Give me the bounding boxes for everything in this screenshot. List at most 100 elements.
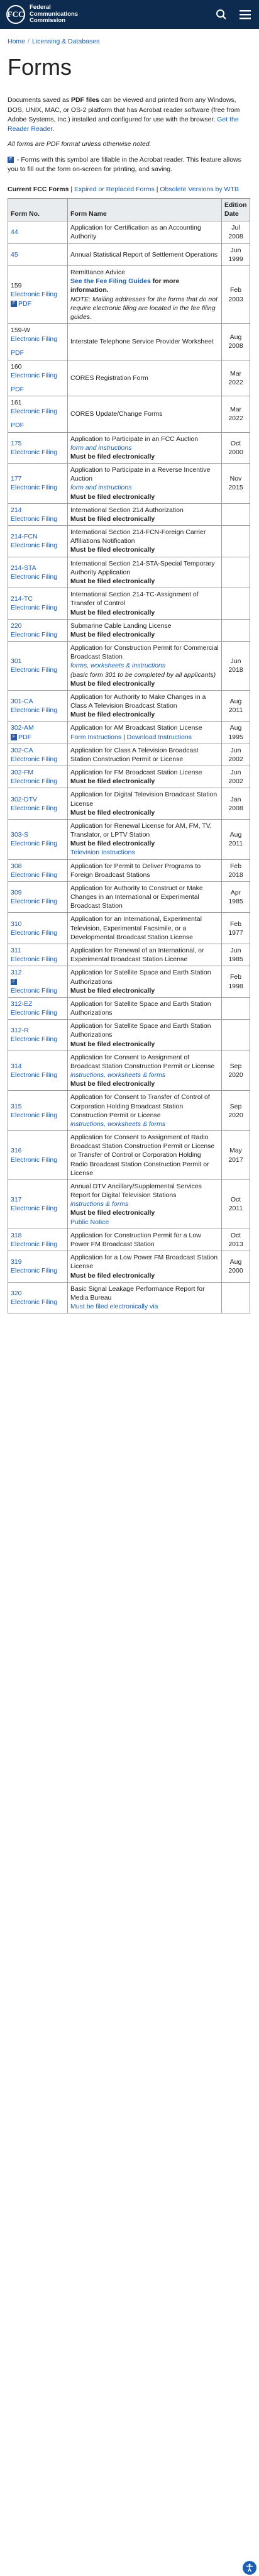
form-number-link[interactable]: 310 [11,920,65,928]
electronic-filing-link[interactable]: Electronic Filing [11,1266,65,1275]
instructions-link[interactable]: instructions, worksheets & forms [70,1071,219,1079]
form-number-link[interactable]: 214-TC [11,594,65,603]
form-number-link[interactable]: 302-AM [11,723,65,732]
intro-paragraph: Documents saved as PDF files can be view… [8,96,240,133]
electronic-filing-link[interactable]: Electronic Filing [11,1111,65,1120]
form-number-link[interactable]: 301-CA [11,697,65,706]
electronic-filing-link[interactable]: Electronic Filing [11,777,65,786]
electronic-filing-link[interactable]: Electronic Filing [11,1071,65,1079]
obsolete-forms-link[interactable]: Obsolete Versions by WTB [160,186,238,193]
electronic-filing-link[interactable]: Electronic Filing [11,290,65,299]
fcc-logo[interactable]: FCC [6,5,25,24]
form-number-link[interactable]: 177 [11,474,65,483]
related-link[interactable]: Must be filed electronically via [70,1302,219,1311]
pdf-link[interactable]: PDF [18,300,31,308]
form-number-link[interactable]: 309 [11,888,65,897]
table-row: 214-STA Electronic Filing International Se… [8,556,250,589]
cell-edition-date: Mar 2022 [221,359,250,397]
form-number-link[interactable]: 44 [11,228,65,237]
fee-filing-guides-link[interactable]: See the Fee Filing Guides [70,277,151,285]
pdf-link[interactable]: PDF [11,421,65,430]
electronic-filing-link[interactable]: Electronic Filing [11,630,65,639]
electronic-filing-link[interactable]: Electronic Filing [11,371,65,380]
form-number-link[interactable]: 302-CA [11,746,65,755]
electronic-filing-link[interactable]: Electronic Filing [11,755,65,764]
cell-form-no: 302-DTV Electronic Filing [8,788,68,820]
form-number-link[interactable]: 45 [11,250,65,259]
form-number-link[interactable]: 317 [11,1195,65,1204]
related-link[interactable]: Television Instructions [70,848,219,857]
form-number-link[interactable]: 214 [11,506,65,515]
electronic-filing-link[interactable]: Electronic Filing [11,955,65,964]
pdf-link[interactable]: PDF [11,385,65,394]
electronic-filing-link[interactable]: Electronic Filing [11,666,65,674]
form-number-link[interactable]: 302-DTV [11,795,65,804]
electronic-filing-link[interactable]: Electronic Filing [11,448,65,457]
form-number-link[interactable]: 175 [11,439,65,448]
search-icon[interactable] [214,7,229,22]
instructions-link[interactable]: form and instructions [70,443,219,452]
table-row: 159-W Electronic Filing PDF Interstate Tele… [8,323,250,360]
electronic-filing-link[interactable]: Electronic Filing [11,706,65,715]
cell-form-name: Application for AM Broadcast Station Lic… [67,721,222,744]
form-number-link[interactable]: 220 [11,622,65,630]
form-number-link[interactable]: 315 [11,1102,65,1111]
electronic-filing-link[interactable]: Electronic Filing [11,928,65,937]
related-link[interactable]: Public Notice [70,1218,219,1227]
menu-icon[interactable] [238,7,253,22]
electronic-filing-link[interactable]: Electronic Filing [11,1298,65,1307]
form-number-link[interactable]: 308 [11,862,65,871]
form-number-link[interactable]: 320 [11,1289,65,1298]
fcc-logo-text[interactable]: Federal Communications Commission [30,4,99,25]
form-number-link[interactable]: 301 [11,657,65,666]
form-number-link[interactable]: 214-STA [11,564,65,572]
electronic-filing-link[interactable]: Electronic Filing [11,839,65,848]
pdf-link[interactable]: PDF [18,733,31,741]
must-file-note: Must be filed electronically [70,630,155,638]
electronic-filing-link[interactable]: Electronic Filing [11,1156,65,1164]
form-number-link[interactable]: 312-R [11,1026,65,1035]
table-header-row: Form No. Form Name Edition Date [8,198,250,222]
breadcrumb-licensing[interactable]: Licensing & Databases [32,38,99,45]
accessibility-icon[interactable] [243,2561,256,2575]
electronic-filing-link[interactable]: Electronic Filing [11,871,65,879]
electronic-filing-link[interactable]: Electronic Filing [11,1008,65,1017]
form-number-link[interactable]: 316 [11,1146,65,1155]
electronic-filing-link[interactable]: Electronic Filing [11,897,65,906]
form-number-link[interactable]: 319 [11,1257,65,1266]
electronic-filing-link[interactable]: Electronic Filing [11,1035,65,1044]
form-number-link[interactable]: 302-FM [11,768,65,777]
instructions-link[interactable]: instructions, worksheets & forms [70,1120,219,1129]
electronic-filing-link[interactable]: Electronic Filing [11,407,65,416]
form-number-link[interactable]: 312 [11,968,65,977]
site-header: FCC Federal Communications Commission [0,0,259,29]
form-number: 161 [11,399,22,407]
form-number-link[interactable]: 214-FCN [11,532,65,541]
download-instructions-link[interactable]: Download Instructions [127,733,192,741]
form-number-link[interactable]: 311 [11,946,65,955]
electronic-filing-link[interactable]: Electronic Filing [11,483,65,492]
instructions-link[interactable]: instructions & forms [70,1200,219,1208]
col-header-form-no: Form No. [8,198,68,222]
form-instructions-link[interactable]: Form Instructions [70,733,121,741]
form-number-link[interactable]: 318 [11,1231,65,1240]
pdf-link[interactable]: PDF [11,348,65,357]
electronic-filing-link[interactable]: Electronic Filing [11,572,65,581]
form-number-link[interactable]: 312-EZ [11,1000,65,1008]
electronic-filing-link[interactable]: Electronic Filing [11,1240,65,1249]
electronic-filing-link[interactable]: Electronic Filing [11,804,65,813]
form-number-link[interactable]: 314 [11,1062,65,1071]
electronic-filing-link[interactable]: Electronic Filing [11,515,65,523]
electronic-filing-link[interactable]: Electronic Filing [11,1204,65,1213]
breadcrumb-home[interactable]: Home [8,38,25,45]
electronic-filing-link[interactable]: Electronic Filing [11,335,65,343]
electronic-filing-link[interactable]: Electronic Filing [11,603,65,612]
form-number-link[interactable]: 303-S [11,830,65,839]
cell-edition-date: Aug 2011 [221,818,250,860]
instructions-link[interactable]: forms, worksheets & instructions [70,661,219,670]
must-file-note: Must be filed electronically [70,515,155,523]
electronic-filing-link[interactable]: Electronic Filing [11,986,65,995]
electronic-filing-link[interactable]: Electronic Filing [11,541,65,550]
instructions-link[interactable]: form and instructions [70,483,219,492]
expired-forms-link[interactable]: Expired or Replaced Forms [74,186,155,193]
